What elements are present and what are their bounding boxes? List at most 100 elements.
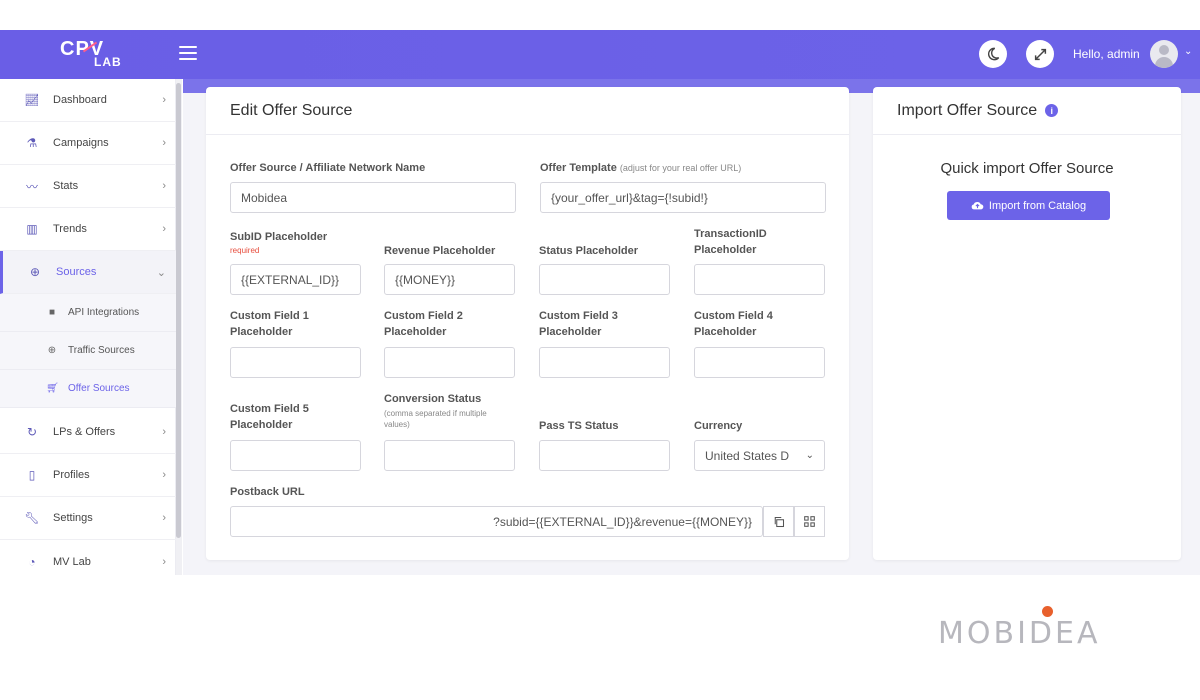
- custom-field-3-input[interactable]: [539, 347, 670, 378]
- qr-code-button[interactable]: [794, 506, 825, 537]
- sidebar-item-label: Sources: [56, 266, 97, 278]
- currency-selected-value: United States D: [705, 448, 790, 463]
- import-card-header: Import Offer Source i: [873, 87, 1181, 135]
- sidebar-item-label: Dashboard: [53, 94, 107, 106]
- chevron-right-icon: ›: [162, 137, 166, 149]
- calendar-icon: ▥: [26, 222, 38, 236]
- postback-url-input[interactable]: ?subid={{EXTERNAL_ID}}&revenue={{MONEY}}: [230, 506, 763, 537]
- top-navbar: CPV LAB Hello, admin ⌄: [0, 30, 1200, 79]
- cloud-upload-icon: [971, 202, 984, 210]
- custom-field-1-label: Custom Field 1 Placeholder: [230, 310, 309, 338]
- status-placeholder-input[interactable]: [539, 264, 670, 295]
- chevron-right-icon: ›: [162, 555, 166, 568]
- mobidea-watermark: MOBIDEA: [938, 616, 1101, 651]
- pass-ts-status-input[interactable]: [539, 440, 670, 471]
- sidebar-subitem-offer-sources[interactable]: 🛒︎ Offer Sources: [0, 370, 176, 408]
- postback-url-label: Postback URL: [230, 486, 305, 498]
- chevron-down-icon: ⌄: [156, 266, 166, 279]
- chevron-down-icon[interactable]: ⌄: [1184, 46, 1192, 57]
- sidebar-item-lps-offers[interactable]: ↻ LPs & Offers ›: [0, 411, 176, 454]
- sidebar-subitem-api-integrations[interactable]: ■ API Integrations: [0, 294, 176, 332]
- chevron-right-icon: ›: [162, 512, 166, 524]
- sidebar-item-label: Settings: [53, 512, 93, 524]
- qr-icon: [804, 516, 815, 527]
- watermark-dot: [1042, 606, 1053, 617]
- template-label: Offer Template (adjust for your real off…: [540, 162, 742, 174]
- import-from-catalog-button[interactable]: Import from Catalog: [947, 191, 1110, 220]
- cart-icon: 🛒︎: [46, 383, 59, 394]
- chevron-right-icon: ›: [162, 426, 166, 438]
- custom-field-3-label: Custom Field 3 Placeholder: [539, 310, 618, 338]
- currency-select[interactable]: United States D ⌄: [694, 440, 825, 471]
- sidebar-item-stats[interactable]: 〰 Stats ›: [0, 165, 176, 208]
- sidebar-item-label: Stats: [53, 180, 79, 192]
- redo-icon: ↻: [26, 425, 38, 439]
- copy-button[interactable]: [763, 506, 794, 537]
- transactionid-placeholder-input[interactable]: [694, 264, 825, 295]
- cpv-lab-logo[interactable]: CPV LAB: [60, 38, 124, 72]
- network-name-input[interactable]: Mobidea: [230, 182, 516, 213]
- custom-field-2-label: Custom Field 2 Placeholder: [384, 310, 463, 338]
- sidebar-item-profiles[interactable]: ▯ Profiles ›: [0, 454, 176, 497]
- offer-template-input[interactable]: {your_offer_url}&tag={!subid!}: [540, 182, 826, 213]
- sidebar-item-label: MV Lab: [53, 555, 91, 568]
- expand-icon: [1034, 48, 1046, 60]
- sidebar-item-label: Profiles: [53, 469, 90, 481]
- currency-label: Currency: [694, 420, 743, 432]
- conversion-status-label: Conversion Status: [384, 393, 482, 405]
- sidebar-subitem-traffic-sources[interactable]: ⊕ Traffic Sources: [0, 332, 176, 370]
- sidebar-scrollbar[interactable]: [176, 79, 182, 575]
- info-icon[interactable]: i: [1045, 104, 1059, 117]
- subid-placeholder-input[interactable]: {{EXTERNAL_ID}}: [230, 264, 361, 295]
- pass-ts-status-label: Pass TS Status: [539, 420, 619, 432]
- globe-icon: ⊕: [47, 345, 57, 356]
- custom-field-2-input[interactable]: [384, 347, 515, 378]
- quick-import-heading: Quick import Offer Source: [940, 160, 1114, 177]
- required-note: required: [230, 246, 260, 255]
- sidebar-item-label: Trends: [53, 223, 87, 235]
- import-button-label: Import from Catalog: [988, 199, 1087, 212]
- fullscreen-button[interactable]: [1026, 40, 1054, 68]
- sidebar-item-settings[interactable]: 🔧︎ Settings ›: [0, 497, 176, 540]
- edit-offer-source-card: Edit Offer Source Offer Source / Affilia…: [206, 87, 849, 560]
- card-title: Edit Offer Source: [206, 87, 849, 135]
- sidebar-subitem-label: Traffic Sources: [68, 345, 135, 356]
- sidebar-item-trends[interactable]: ▥ Trends ›: [0, 208, 176, 251]
- chevron-right-icon: ›: [162, 469, 166, 481]
- postback-url-value: ?subid={{EXTERNAL_ID}}&revenue={{MONEY}}: [493, 514, 752, 529]
- folder-icon: ■: [48, 307, 56, 318]
- avatar[interactable]: [1150, 40, 1178, 68]
- sidebar-item-label: LPs & Offers: [53, 426, 116, 438]
- conversion-status-input[interactable]: [384, 440, 515, 471]
- gauge-icon: ◔: [28, 554, 36, 569]
- chevron-right-icon: ›: [162, 94, 166, 106]
- conversion-status-hint: (comma separated if multiple values): [384, 409, 487, 429]
- custom-field-4-input[interactable]: [694, 347, 825, 378]
- sidebar: 📈︎ Dashboard › ⚗ Campaigns › 〰 Stats › ▥…: [0, 79, 176, 575]
- sidebar-subitem-label: Offer Sources: [68, 383, 130, 394]
- sidebar-item-label: Campaigns: [53, 137, 109, 149]
- flask-icon: ⚗: [26, 136, 38, 150]
- name-label: Offer Source / Affiliate Network Name: [230, 162, 426, 174]
- revenue-label: Revenue Placeholder: [384, 245, 496, 257]
- hamburger-icon[interactable]: [179, 46, 197, 60]
- sidebar-item-mv-lab[interactable]: ◔ MV Lab ›: [0, 540, 176, 583]
- globe-icon: ⊕: [29, 265, 41, 279]
- sidebar-item-campaigns[interactable]: ⚗ Campaigns ›: [0, 122, 176, 165]
- subid-label: SubID Placeholder: [230, 231, 328, 243]
- user-greeting[interactable]: Hello, admin: [1073, 47, 1140, 61]
- chevron-right-icon: ›: [162, 223, 166, 235]
- sidebar-subitem-label: API Integrations: [68, 307, 140, 318]
- logo-subtext: LAB: [94, 55, 122, 69]
- sidebar-item-sources[interactable]: ⊕ Sources ⌄: [0, 251, 176, 294]
- copy-icon: [774, 516, 784, 527]
- transaction-label: TransactionID Placeholder: [694, 228, 767, 256]
- custom-field-1-input[interactable]: [230, 347, 361, 378]
- chart-line-icon: 📈︎: [24, 93, 40, 107]
- theme-toggle-button[interactable]: [979, 40, 1007, 68]
- sidebar-item-dashboard[interactable]: 📈︎ Dashboard ›: [0, 79, 176, 122]
- moon-icon: [987, 47, 1000, 61]
- chevron-right-icon: ›: [162, 180, 166, 192]
- revenue-placeholder-input[interactable]: {{MONEY}}: [384, 264, 515, 295]
- custom-field-5-input[interactable]: [230, 440, 361, 471]
